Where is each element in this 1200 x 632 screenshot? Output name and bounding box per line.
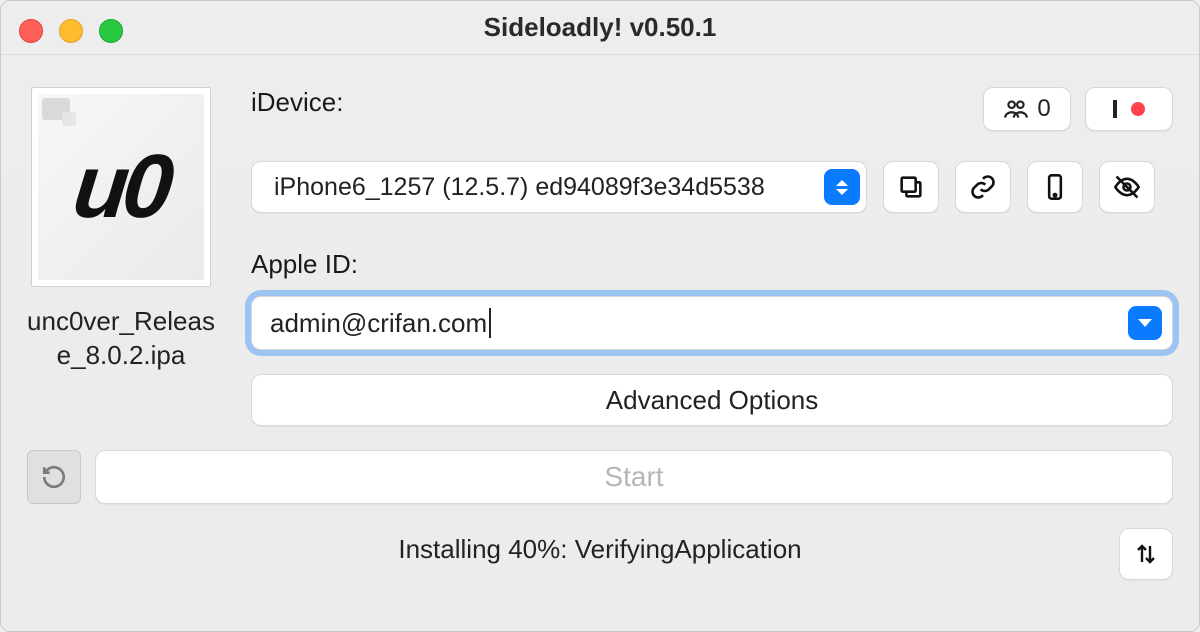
appleid-field-wrap: admin@crifan.com xyxy=(251,296,1173,350)
appleid-value: admin@crifan.com xyxy=(270,308,487,339)
refresh-button[interactable] xyxy=(27,450,81,504)
ipa-filename: unc0ver_Release_8.0.2.ipa xyxy=(21,305,221,373)
copy-icon xyxy=(897,173,925,201)
form-column: iDevice: 0 xyxy=(251,87,1173,426)
ipa-dropzone[interactable]: u0 xyxy=(31,87,211,287)
device-selected-text: iPhone6_1257 (12.5.7) ed94089f3e34d5538 xyxy=(274,173,765,202)
chevron-down-icon[interactable] xyxy=(1128,306,1162,340)
close-icon[interactable] xyxy=(19,19,43,43)
device-info-button[interactable] xyxy=(1027,161,1083,213)
log-toggle-button[interactable] xyxy=(1119,528,1173,580)
window-title: Sideloadly! v0.50.1 xyxy=(484,12,717,43)
advanced-options-button[interactable]: Advanced Options xyxy=(251,374,1173,426)
upper-section: u0 unc0ver_Release_8.0.2.ipa iDevice: xyxy=(27,87,1173,426)
titlebar: Sideloadly! v0.50.1 xyxy=(1,1,1199,55)
status-text: Installing 40%: VerifyingApplication xyxy=(398,534,801,565)
ipa-column: u0 unc0ver_Release_8.0.2.ipa xyxy=(27,87,215,426)
content-area: u0 unc0ver_Release_8.0.2.ipa iDevice: xyxy=(1,55,1199,631)
header-buttons: 0 xyxy=(983,87,1173,131)
queue-count: 0 xyxy=(1037,95,1050,123)
start-row: Start xyxy=(27,450,1173,504)
copy-button[interactable] xyxy=(883,161,939,213)
minimize-icon[interactable] xyxy=(59,19,83,43)
start-label: Start xyxy=(604,461,663,493)
hide-button[interactable] xyxy=(1099,161,1155,213)
patreon-dot-icon xyxy=(1131,102,1145,116)
image-placeholder-icon xyxy=(42,98,70,120)
sort-arrows-icon xyxy=(1134,542,1158,566)
start-button[interactable]: Start xyxy=(95,450,1173,504)
link-icon xyxy=(969,173,997,201)
appleid-label: Apple ID: xyxy=(251,249,1173,280)
link-button[interactable] xyxy=(955,161,1011,213)
group-icon xyxy=(1003,96,1029,122)
eye-off-icon xyxy=(1113,173,1141,201)
updown-arrow-icon xyxy=(824,169,860,205)
device-row: iPhone6_1257 (12.5.7) ed94089f3e34d5538 xyxy=(251,161,1173,213)
ipa-logo-text: u0 xyxy=(69,136,173,239)
text-cursor xyxy=(489,308,491,338)
queue-button[interactable]: 0 xyxy=(983,87,1071,131)
traffic-lights xyxy=(19,19,123,43)
phone-icon xyxy=(1041,173,1069,201)
zoom-icon[interactable] xyxy=(99,19,123,43)
advanced-options-label: Advanced Options xyxy=(606,385,818,416)
idevice-label: iDevice: xyxy=(251,87,343,118)
app-window: Sideloadly! v0.50.1 u0 unc0ver_Release_8… xyxy=(0,0,1200,632)
patreon-button[interactable] xyxy=(1085,87,1173,131)
device-dropdown[interactable]: iPhone6_1257 (12.5.7) ed94089f3e34d5538 xyxy=(251,161,867,213)
appleid-combobox[interactable]: admin@crifan.com xyxy=(251,296,1173,350)
refresh-icon xyxy=(41,464,67,490)
idevice-header-row: iDevice: 0 xyxy=(251,87,1173,131)
footer: Installing 40%: VerifyingApplication xyxy=(27,534,1173,565)
patreon-bar-icon xyxy=(1113,100,1117,118)
